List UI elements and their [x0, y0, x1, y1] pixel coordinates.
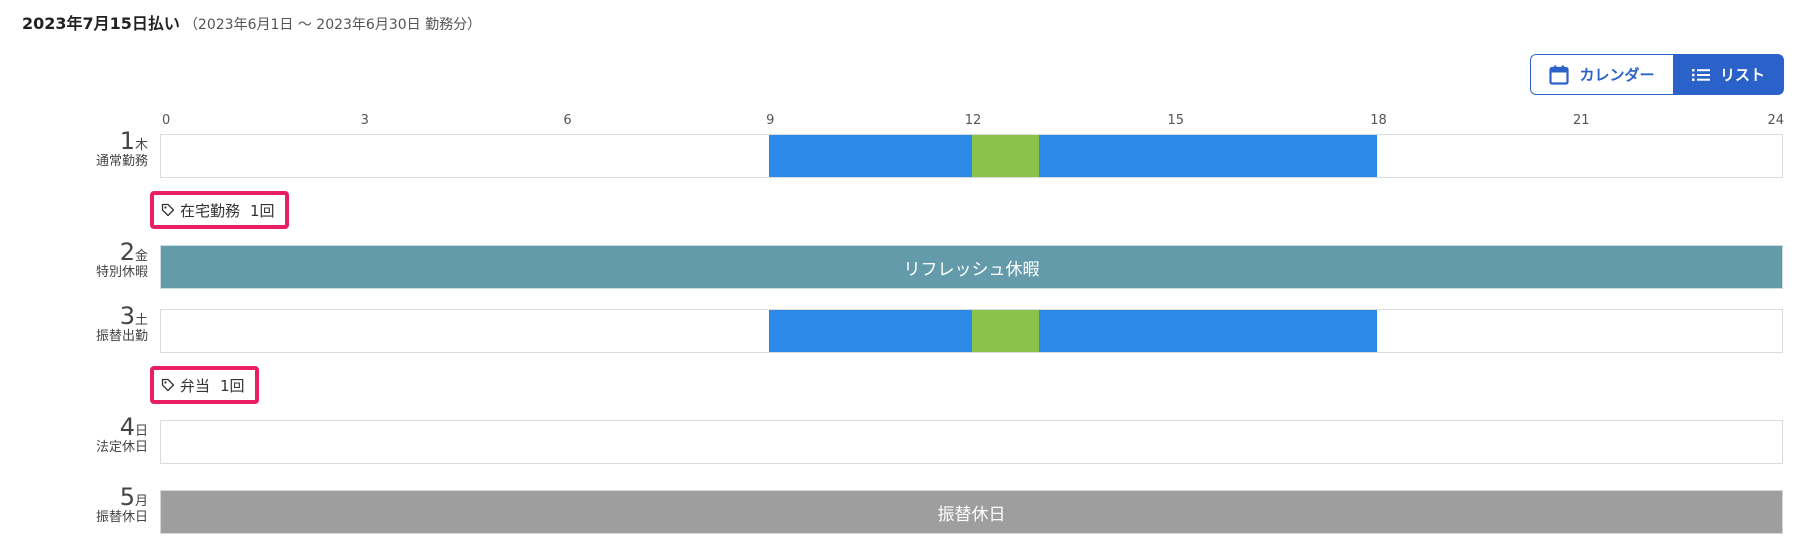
- calendar-icon: [1549, 65, 1570, 85]
- weekday: 木: [134, 138, 148, 153]
- day-number: 2: [119, 238, 135, 266]
- weekday: 日: [134, 424, 148, 439]
- special-leave-bar[interactable]: リフレッシュ休暇: [160, 245, 1783, 289]
- tag-label: 在宅勤務: [180, 201, 241, 220]
- hour-tick: 6: [563, 113, 572, 128]
- day-number: 5: [119, 483, 135, 511]
- hour-tick: 21: [1572, 113, 1590, 128]
- tag-remote-work[interactable]: 在宅勤務 1回: [150, 191, 289, 229]
- day-type: 法定休日: [95, 440, 148, 455]
- day-type: 特別休暇: [95, 265, 148, 280]
- tag-label: 弁当: [180, 376, 211, 395]
- hour-tick: 15: [1167, 113, 1185, 128]
- tag-icon: [161, 378, 175, 392]
- holiday-name: 振替休日: [937, 504, 1006, 525]
- tag-icon: [161, 203, 175, 217]
- hour-tick: 18: [1370, 113, 1387, 128]
- tag-bento[interactable]: 弁当 1回: [150, 366, 259, 404]
- timeline-row-3[interactable]: [160, 309, 1783, 353]
- tag-count: 1回: [220, 376, 245, 395]
- list-view-label: リスト: [1719, 66, 1765, 84]
- day-type: 振替出勤: [95, 329, 148, 344]
- timeline-row-4[interactable]: [160, 420, 1783, 464]
- pay-period-header: 2023年7月15日払い （2023年6月1日 ～ 2023年6月30日 勤務分…: [22, 10, 481, 34]
- list-icon: [1691, 68, 1710, 81]
- weekday: 金: [134, 249, 148, 264]
- hour-tick: 24: [1767, 113, 1784, 128]
- work-segment: [1039, 135, 1377, 177]
- work-segment: [1039, 310, 1377, 352]
- pay-date-title: 2023年7月15日払い: [22, 14, 180, 33]
- tag-count: 1回: [250, 201, 275, 220]
- view-toggle: カレンダー リスト: [1530, 54, 1784, 95]
- day-label-2: 2金 特別休暇: [60, 239, 148, 281]
- day-label-4: 4日 法定休日: [60, 414, 148, 456]
- hour-axis: 0 3 6 9 12 15 18 21 24: [162, 113, 1784, 131]
- hour-tick: 12: [964, 113, 982, 128]
- hour-tick: 3: [360, 113, 369, 128]
- day-number: 1: [119, 127, 135, 155]
- substitute-holiday-bar[interactable]: 振替休日: [160, 490, 1783, 534]
- day-type: 振替休日: [95, 510, 148, 525]
- hour-tick: 0: [162, 113, 171, 128]
- timeline-row-1[interactable]: [160, 134, 1783, 178]
- weekday: 土: [134, 313, 148, 328]
- day-number: 4: [119, 413, 135, 441]
- weekday: 月: [134, 494, 148, 509]
- work-segment: [768, 135, 972, 177]
- day-number: 3: [119, 302, 135, 330]
- day-type: 通常勤務: [95, 154, 148, 169]
- day-label-5: 5月 振替休日: [60, 484, 148, 526]
- work-period: （2023年6月1日 ～ 2023年6月30日 勤務分）: [183, 17, 482, 33]
- work-segment: [768, 310, 972, 352]
- day-label-1: 1木 通常勤務: [60, 128, 148, 170]
- list-view-button[interactable]: リスト: [1673, 54, 1784, 95]
- day-label-3: 3土 振替出勤: [60, 303, 148, 345]
- calendar-view-button[interactable]: カレンダー: [1530, 54, 1673, 95]
- break-segment: [971, 135, 1040, 177]
- break-segment: [971, 310, 1040, 352]
- leave-name: リフレッシュ休暇: [903, 259, 1040, 280]
- hour-tick: 9: [766, 113, 775, 128]
- calendar-view-label: カレンダー: [1579, 66, 1655, 84]
